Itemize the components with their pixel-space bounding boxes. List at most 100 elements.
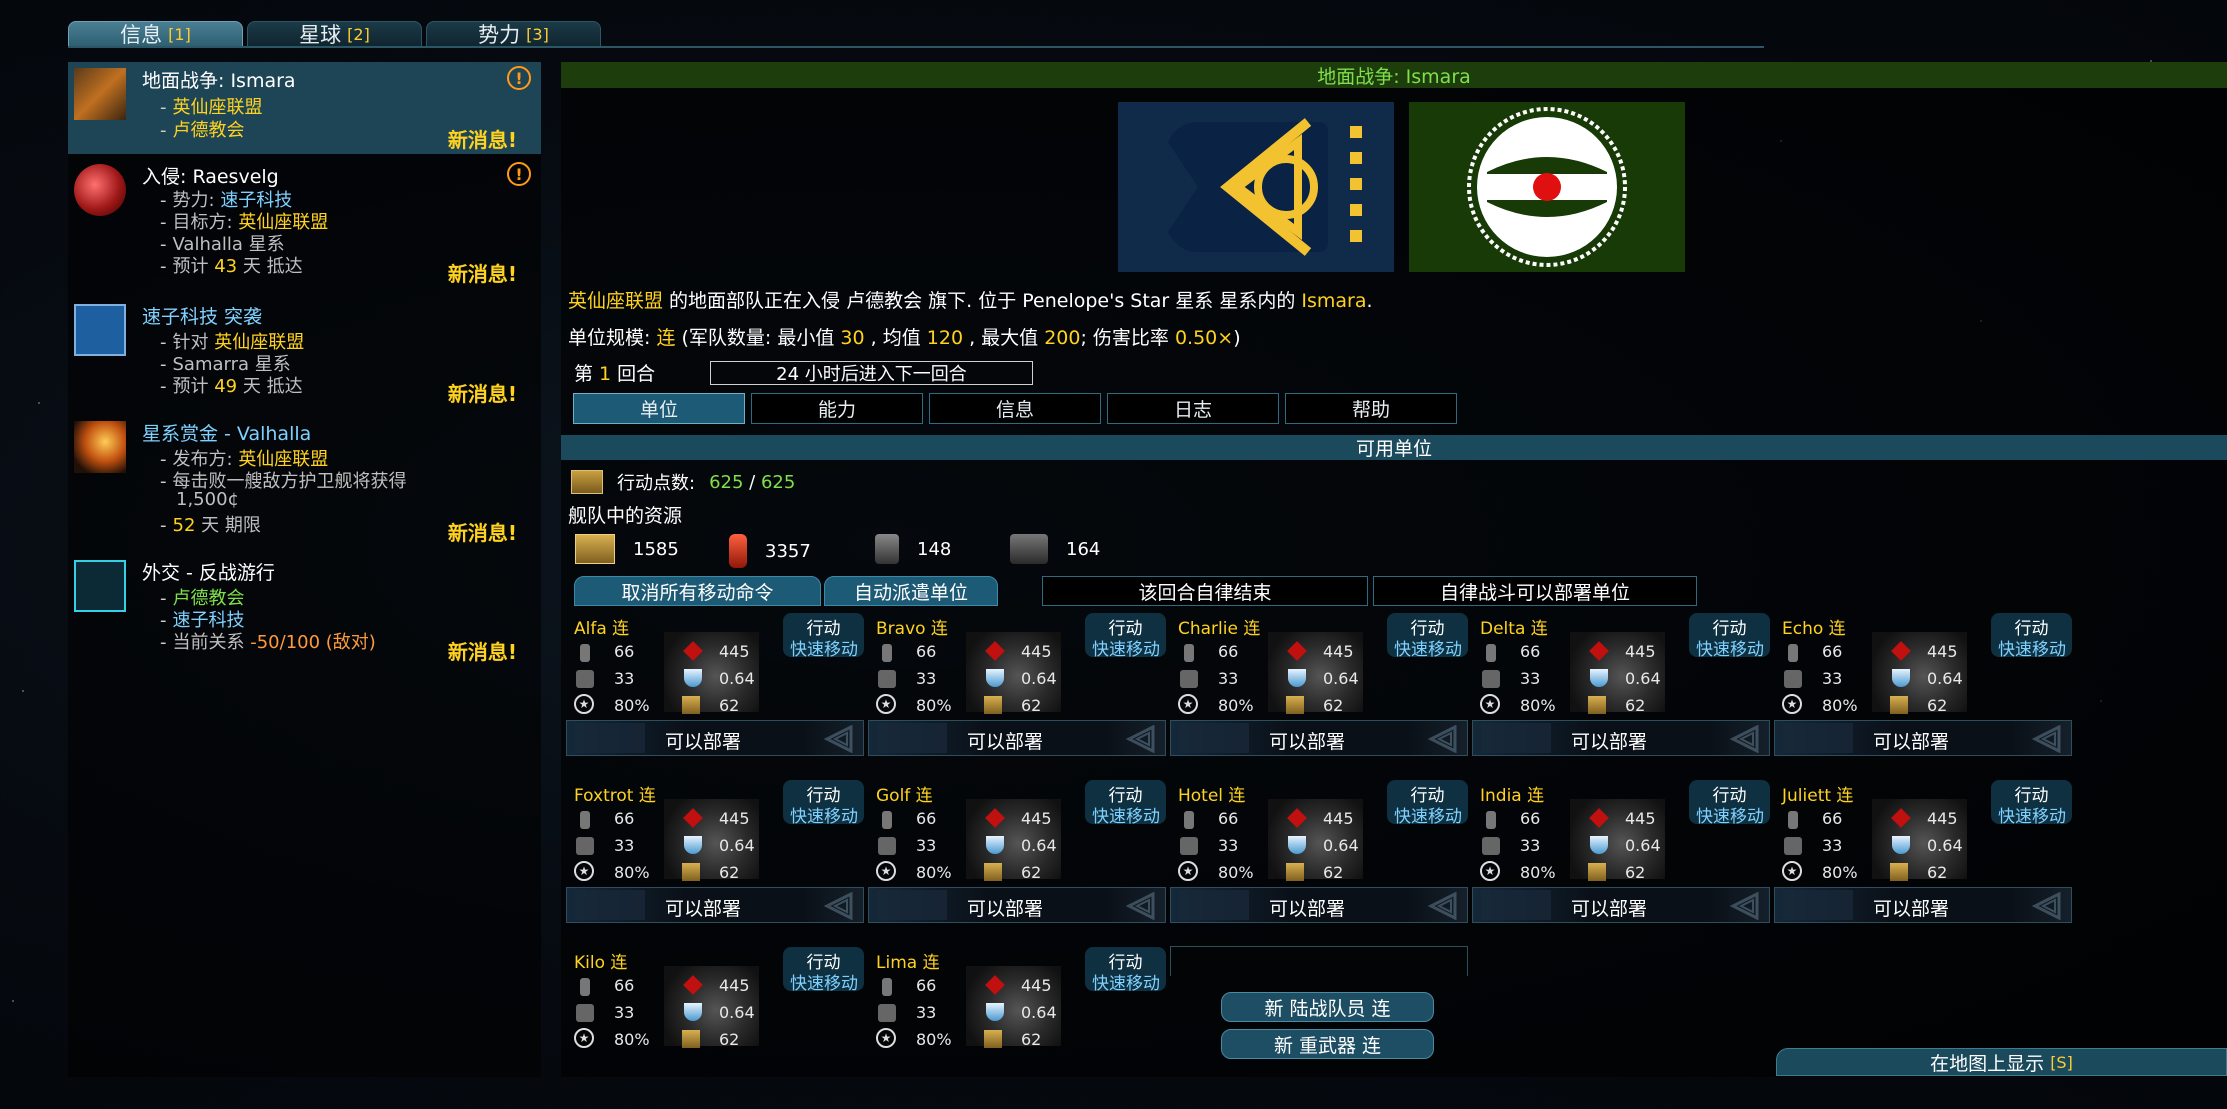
tab-help[interactable]: 帮助 [1285,393,1457,424]
soldier-count-icon [882,811,892,829]
unit-supplies: 62 [1927,696,1948,715]
tab-info[interactable]: 信息 [1] [68,21,243,47]
unit-card[interactable]: Hotel 连 行动 快速移动 66 33 ★ 80% 445 0.64 62 … [1170,779,1468,942]
unit-heavy: 33 [1520,669,1541,688]
end-turn-auto-button[interactable]: 该回合自律结束 [1042,576,1368,606]
notification-title: 星系赏金 - Valhalla [142,423,312,445]
unit-card[interactable]: Lima 连 行动 快速移动 66 33 ★ 80% 445 0.64 62 [868,946,1166,1109]
notification-invasion[interactable]: 入侵: Raesvelg ! - 势力: 速子科技 - 目标方: 英仙座联盟 - Va… [68,158,541,286]
deploy-slot[interactable]: 可以部署 [1472,887,1770,923]
show-on-map-label: 在地图上显示 [1930,1052,2045,1075]
defense-shield-icon [986,836,1004,854]
morale-star-icon: ★ [1480,861,1500,881]
morale-star-icon: ★ [1178,861,1198,881]
new-message-label: 新消息! [447,521,517,545]
unit-name: Alfa 连 [574,619,630,639]
bounty-explosion-icon [74,421,126,473]
unit-move-box[interactable]: 行动 快速移动 [1689,613,1770,660]
deploy-slot[interactable]: 可以部署 [868,887,1166,923]
tab-planets[interactable]: 星球 [2] [247,21,422,47]
fast-move-label: 快速移动 [1394,640,1462,660]
notification-diplomacy[interactable]: 外交 - 反战游行 - 卢德教会 - 速子科技 - 当前关系 -50/100 (敌对)… [68,554,541,672]
unit-move-box[interactable]: 行动 快速移动 [1387,613,1468,660]
unit-move-box[interactable]: 行动 快速移动 [783,780,864,827]
unit-card[interactable]: India 连 行动 快速移动 66 33 ★ 80% 445 0.64 62 … [1472,779,1770,942]
unit-move-box[interactable]: 行动 快速移动 [783,613,864,660]
deploy-slot[interactable]: 可以部署 [1170,720,1468,756]
morale-star-icon: ★ [1480,694,1500,714]
unit-attack: 445 [719,976,750,995]
deploy-label: 可以部署 [1873,898,1950,920]
new-marine-company-button[interactable]: 新 陆战队员 连 [1221,992,1434,1022]
show-on-map-button[interactable]: 在地图上显示 [S] [1776,1048,2227,1076]
new-heavy-weapons-company-button[interactable]: 新 重武器 连 [1221,1029,1434,1059]
notification-raid[interactable]: 速子科技 突袭 - 针对 英仙座联盟 - Samarra 星系 - 预计 49 天 抵… [68,298,541,406]
unit-card[interactable]: Foxtrot 连 行动 快速移动 66 33 ★ 80% 445 0.64 6… [566,779,864,942]
unit-move-box[interactable]: 行动 快速移动 [1085,780,1166,827]
unit-move-box[interactable]: 行动 快速移动 [1085,947,1166,994]
unit-troops: 66 [916,642,937,661]
tab-factions[interactable]: 势力 [3] [426,21,601,47]
unit-troops: 66 [1218,642,1239,661]
unit-move-box[interactable]: 行动 快速移动 [1689,780,1770,827]
deploy-slot[interactable]: 可以部署 [566,887,864,923]
deploy-slot[interactable]: 可以部署 [1170,887,1468,923]
unit-move-box[interactable]: 行动 快速移动 [1387,780,1468,827]
faction-emblem-icon [1125,725,1155,753]
unit-troops: 66 [614,976,635,995]
morale-star-icon: ★ [1782,861,1802,881]
deploy-slot[interactable]: 可以部署 [868,720,1166,756]
unit-name: India 连 [1480,786,1545,806]
tab-abilities[interactable]: 能力 [751,393,923,424]
faction-name: 英仙座联盟 [172,97,263,118]
unit-card[interactable]: Alfa 连 行动 快速移动 66 33 ★ 80% 445 0.64 62 可… [566,612,864,775]
deploy-preview-image [1783,890,1853,920]
deploy-slot[interactable]: 可以部署 [1774,887,2072,923]
unit-move-box[interactable]: 行动 快速移动 [783,947,864,994]
faction-emblem-icon [1427,892,1457,920]
soldier-count-icon [580,978,590,996]
next-turn-timer: 24 小时后进入下一回合 [710,361,1033,385]
tab-units[interactable]: 单位 [573,393,745,424]
auto-battle-deploy-button[interactable]: 自律战斗可以部署单位 [1373,576,1697,606]
supply-crate-icon [682,696,700,714]
deploy-preview-image [1783,723,1853,753]
unit-move-box[interactable]: 行动 快速移动 [1085,613,1166,660]
tab-information[interactable]: 信息 [929,393,1101,424]
unit-card[interactable]: Bravo 连 行动 快速移动 66 33 ★ 80% 445 0.64 62 … [868,612,1166,775]
notification-title: 速子科技 突袭 [142,306,263,328]
soldier-count-icon [882,644,892,662]
deploy-slot[interactable]: 可以部署 [1774,720,2072,756]
unit-attack: 445 [1323,809,1354,828]
deploy-slot[interactable]: 可以部署 [566,720,864,756]
unit-move-box[interactable]: 行动 快速移动 [1991,613,2072,660]
unit-defense: 0.64 [1021,669,1057,688]
heavy-count-icon [1784,837,1802,855]
unit-name: Lima 连 [876,953,940,973]
unit-card[interactable]: Kilo 连 行动 快速移动 66 33 ★ 80% 445 0.64 62 [566,946,864,1109]
unit-card[interactable]: Echo 连 行动 快速移动 66 33 ★ 80% 445 0.64 62 可… [1774,612,2072,775]
deploy-preview-image [1179,723,1249,753]
deploy-slot[interactable]: 可以部署 [1472,720,1770,756]
supply-crate-icon [1286,863,1304,881]
unit-attack: 445 [1323,642,1354,661]
auto-dispatch-button[interactable]: 自动派遣单位 [824,576,998,606]
notification-list: 地面战争: Ismara ! - 英仙座联盟 - 卢德教会 新消息! 入侵: Rae… [68,62,541,1077]
resource-fuel: 3357 [729,534,811,568]
heavy-count-icon [878,837,896,855]
unit-card[interactable]: Charlie 连 行动 快速移动 66 33 ★ 80% 445 0.64 6… [1170,612,1468,775]
soldier-count-icon [580,811,590,829]
unit-supplies: 62 [1625,863,1646,882]
unit-card[interactable]: Delta 连 行动 快速移动 66 33 ★ 80% 445 0.64 62 … [1472,612,1770,775]
notification-bounty[interactable]: 星系赏金 - Valhalla - 发布方: 英仙座联盟 - 每击败一艘敌方护卫舰将… [68,415,541,545]
tab-log[interactable]: 日志 [1107,393,1279,424]
cancel-all-moves-button[interactable]: 取消所有移动命令 [574,576,821,606]
unit-card[interactable]: Golf 连 行动 快速移动 66 33 ★ 80% 445 0.64 62 可… [868,779,1166,942]
soldier-count-icon [580,644,590,662]
notification-ground-war[interactable]: 地面战争: Ismara ! - 英仙座联盟 - 卢德教会 新消息! [68,62,541,154]
fast-move-label: 快速移动 [1696,640,1764,660]
unit-move-box[interactable]: 行动 快速移动 [1991,780,2072,827]
diplomacy-icon [74,560,126,612]
unit-card[interactable]: Juliett 连 行动 快速移动 66 33 ★ 80% 445 0.64 6… [1774,779,2072,942]
unit-defense: 0.64 [1323,836,1359,855]
